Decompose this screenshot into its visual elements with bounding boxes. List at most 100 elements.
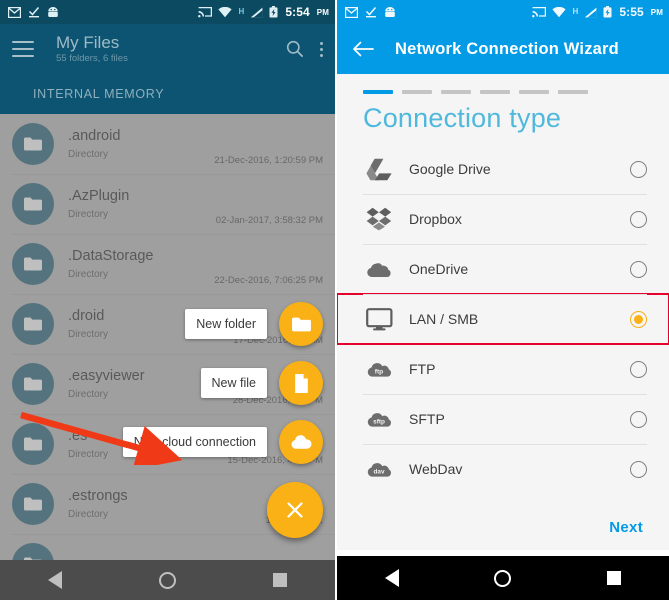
wizard-body: Connection type Google Drive Dropbox One… <box>337 74 669 550</box>
fab-new-folder[interactable]: New folder <box>185 302 323 346</box>
home-circle-icon[interactable] <box>158 571 176 589</box>
folder-icon <box>12 363 54 405</box>
file-meta: .android Directory <box>68 128 214 161</box>
google-drive-icon <box>363 158 395 181</box>
radio-button[interactable] <box>630 410 647 428</box>
table-row[interactable]: .android Directory 21-Dec-2016, 1:20:59 … <box>0 114 335 174</box>
file-date: 22-Dec-2016, 7:06:25 PM <box>214 275 323 286</box>
android-robot-icon <box>48 6 58 17</box>
hspa-icon: H <box>572 7 579 16</box>
back-triangle-icon[interactable] <box>384 569 399 587</box>
file-name: .estrongs <box>68 487 128 504</box>
left-nav-bar <box>0 560 335 600</box>
internal-memory-header: INTERNAL MEMORY <box>0 74 335 114</box>
table-row[interactable]: .AzPlugin Directory 02-Jan-2017, 3:58:32… <box>0 174 335 234</box>
myfiles-appbar: My Files 55 folders, 6 files <box>0 24 335 74</box>
section-heading: Connection type <box>363 103 562 133</box>
more-vertical-icon[interactable] <box>320 41 323 57</box>
radio-button[interactable] <box>630 210 647 228</box>
table-row[interactable]: .DataStorage Directory 22-Dec-2016, 7:06… <box>0 234 335 294</box>
connection-type-list: Google Drive Dropbox OneDrive LAN / SMB … <box>337 144 669 504</box>
file-type: Directory <box>68 149 109 161</box>
fab-new-folder-label: New folder <box>185 309 267 339</box>
option-label: Dropbox <box>409 211 462 227</box>
file-name: .DataStorage <box>68 247 154 264</box>
file-icon <box>279 361 323 405</box>
status-system-icons: H 5:54 PM <box>198 5 329 19</box>
svg-text:sftp: sftp <box>373 418 385 425</box>
fab-new-file[interactable]: New file <box>200 361 323 405</box>
folder-icon <box>12 303 54 345</box>
back-triangle-icon[interactable] <box>48 571 63 589</box>
signal-icon <box>251 7 263 17</box>
radio-button[interactable] <box>630 160 647 178</box>
close-icon <box>287 502 303 518</box>
status-notification-icons <box>345 6 396 18</box>
status-ampm: PM <box>316 7 329 17</box>
svg-text:dav: dav <box>373 468 384 475</box>
android-robot-icon <box>385 6 395 17</box>
option-sftp[interactable]: sftp SFTP <box>337 394 669 444</box>
option-label: OneDrive <box>409 261 469 277</box>
right-phone-screen: H 5:55 PM Network Connection Wizard Conn… <box>335 0 669 600</box>
status-ampm: PM <box>650 7 663 17</box>
monitor-icon <box>363 307 395 331</box>
dav-cloud-icon: dav <box>363 461 395 478</box>
home-circle-icon[interactable] <box>494 569 512 587</box>
hspa-icon: H <box>238 7 245 16</box>
radio-button[interactable] <box>630 260 647 278</box>
hamburger-icon[interactable] <box>12 41 34 57</box>
file-meta: .AzPlugin Directory <box>68 188 216 221</box>
status-notification-icons <box>8 6 59 18</box>
ftp-cloud-icon: ftp <box>363 361 395 378</box>
folder-icon <box>12 243 54 285</box>
recents-square-icon[interactable] <box>272 573 287 587</box>
recents-square-icon[interactable] <box>607 571 622 585</box>
arrow-back-icon[interactable] <box>351 37 375 61</box>
svg-text:ftp: ftp <box>374 368 382 375</box>
file-type: Directory <box>68 509 109 521</box>
close-fab-button[interactable] <box>267 482 323 538</box>
option-ftp[interactable]: ftp FTP <box>337 344 669 394</box>
page-subtitle: 55 folders, 6 files <box>56 52 128 64</box>
option-lan-smb[interactable]: LAN / SMB <box>337 293 669 345</box>
radio-button[interactable] <box>630 460 647 478</box>
cast-icon <box>198 6 213 17</box>
battery-icon <box>603 6 612 18</box>
dropbox-icon <box>363 207 395 231</box>
folder-icon <box>12 483 54 525</box>
wizard-stepper <box>337 74 669 94</box>
option-webdav[interactable]: dav WebDav <box>337 444 669 494</box>
cloud-icon <box>279 420 323 464</box>
option-google-drive[interactable]: Google Drive <box>337 144 669 194</box>
option-label: Google Drive <box>409 161 491 177</box>
option-dropbox[interactable]: Dropbox <box>337 194 669 244</box>
status-time: 5:55 <box>619 5 644 19</box>
next-button[interactable]: Next <box>609 519 643 536</box>
battery-icon <box>269 6 278 18</box>
search-icon[interactable] <box>286 40 304 58</box>
right-status-bar: H 5:55 PM <box>337 0 669 24</box>
dual-screenshot: H 5:54 PM My Files 55 folders, 6 files I… <box>0 0 669 600</box>
wifi-icon <box>218 6 233 17</box>
radio-button-selected[interactable] <box>630 310 647 328</box>
option-label: FTP <box>409 361 436 377</box>
status-system-icons: H 5:55 PM <box>532 5 663 19</box>
option-onedrive[interactable]: OneDrive <box>337 244 669 294</box>
checkmark-download-icon <box>365 7 377 18</box>
radio-button[interactable] <box>630 360 647 378</box>
wizard-appbar: Network Connection Wizard <box>337 24 669 74</box>
wizard-footer: Next <box>337 504 669 550</box>
file-type: Directory <box>68 269 109 281</box>
fab-new-cloud-connection[interactable]: New cloud connection <box>122 420 323 464</box>
folder-icon <box>12 123 54 165</box>
cast-icon <box>532 6 547 17</box>
page-title: My Files <box>56 33 120 53</box>
gmail-icon <box>8 6 21 18</box>
folder-icon <box>279 302 323 346</box>
checkmark-download-icon <box>28 7 40 18</box>
option-label: LAN / SMB <box>409 311 479 327</box>
wizard-title: Network Connection Wizard <box>395 39 619 58</box>
file-name: .AzPlugin <box>68 187 130 204</box>
left-phone-screen: H 5:54 PM My Files 55 folders, 6 files I… <box>0 0 335 600</box>
